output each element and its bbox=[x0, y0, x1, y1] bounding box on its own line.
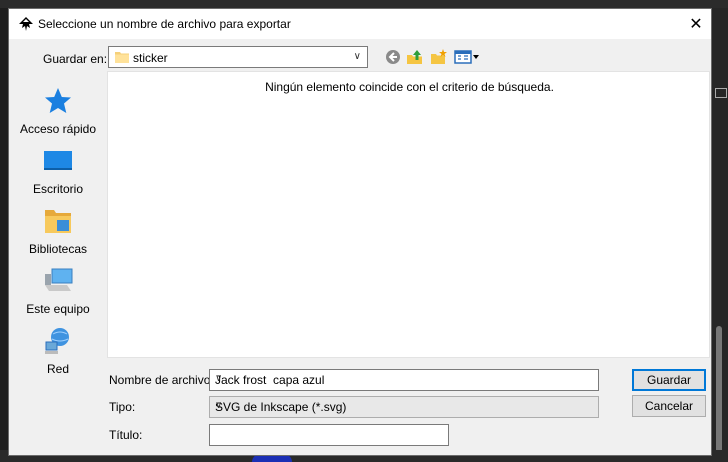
place-label: Bibliotecas bbox=[28, 242, 88, 256]
chevron-down-icon[interactable]: ∨ bbox=[215, 373, 592, 384]
place-label: Red bbox=[46, 362, 69, 376]
inkscape-app-icon bbox=[19, 17, 33, 31]
title-input[interactable] bbox=[209, 424, 449, 446]
back-icon[interactable] bbox=[384, 49, 402, 65]
file-type-select[interactable]: SVG de Inkscape (*.svg) ∨ bbox=[209, 396, 599, 418]
place-libraries[interactable]: Bibliotecas bbox=[9, 206, 107, 264]
computer-icon bbox=[45, 268, 73, 291]
place-this-pc[interactable]: Este equipo bbox=[9, 266, 107, 324]
desktop-icon bbox=[44, 151, 72, 170]
network-icon bbox=[45, 328, 69, 354]
new-folder-icon[interactable] bbox=[430, 49, 448, 65]
place-label: Acceso rápido bbox=[19, 122, 97, 136]
background-window-side bbox=[712, 8, 728, 462]
cancel-button[interactable]: Cancelar bbox=[632, 395, 706, 417]
title-label: Título: bbox=[109, 428, 143, 442]
dialog-titlebar: Seleccione un nombre de archivo para exp… bbox=[9, 9, 711, 39]
place-label: Escritorio bbox=[32, 182, 83, 196]
filename-input[interactable]: Jack frost capa azul ∨ bbox=[209, 369, 599, 391]
export-file-dialog: Seleccione un nombre de archivo para exp… bbox=[8, 8, 712, 456]
save-button[interactable]: Guardar bbox=[632, 369, 706, 391]
place-desktop[interactable]: Escritorio bbox=[9, 146, 107, 204]
file-list-view[interactable]: Ningún elemento coincide con el criterio… bbox=[107, 71, 710, 358]
save-in-combo[interactable]: sticker ∨ bbox=[108, 46, 368, 68]
current-folder-name: sticker bbox=[133, 51, 168, 65]
empty-message: Ningún elemento coincide con el criterio… bbox=[265, 80, 554, 94]
dialog-title: Seleccione un nombre de archivo para exp… bbox=[38, 17, 291, 31]
close-icon[interactable]: ✕ bbox=[689, 14, 702, 34]
save-in-label: Guardar en: bbox=[43, 52, 108, 66]
place-quick-access[interactable]: Acceso rápido bbox=[9, 86, 107, 144]
places-bar: Acceso rápido Escritorio Bibliotecas Est… bbox=[9, 80, 107, 380]
monitor-icon bbox=[715, 88, 727, 98]
chevron-down-icon[interactable]: ∨ bbox=[215, 400, 592, 411]
place-label: Este equipo bbox=[26, 302, 90, 316]
filename-label: Nombre de archivo: bbox=[109, 373, 214, 387]
libraries-icon bbox=[45, 210, 71, 233]
star-icon bbox=[45, 88, 71, 113]
up-folder-icon[interactable] bbox=[406, 49, 424, 65]
background-scrollbar[interactable] bbox=[716, 326, 722, 454]
type-label: Tipo: bbox=[109, 400, 136, 414]
view-menu-icon[interactable] bbox=[454, 49, 480, 65]
background-window-titlebar bbox=[0, 0, 728, 8]
chevron-down-icon[interactable]: ∨ bbox=[354, 51, 361, 62]
close-button[interactable]: ✕ bbox=[681, 9, 711, 39]
folder-icon bbox=[115, 52, 129, 63]
place-network[interactable]: Red bbox=[9, 326, 107, 384]
